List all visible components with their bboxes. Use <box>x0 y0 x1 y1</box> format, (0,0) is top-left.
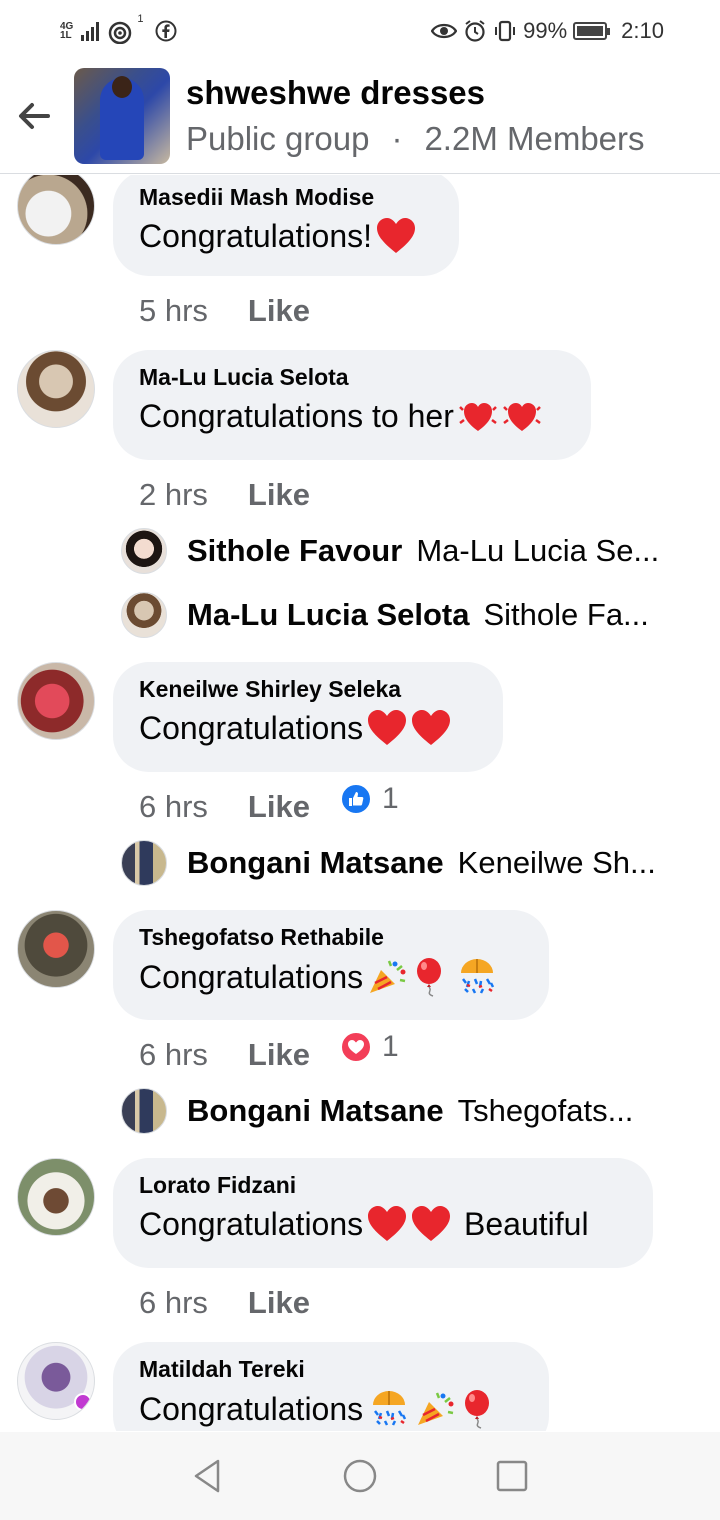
reply-author[interactable]: Bongani Matsane <box>187 845 444 881</box>
like-button[interactable]: Like <box>248 789 310 825</box>
comment-author[interactable]: Ma-Lu Lucia Selota <box>139 364 565 391</box>
comment-bubble[interactable]: Matildah Tereki Congratulations <box>113 1342 549 1431</box>
reply-author[interactable]: Ma-Lu Lucia Selota <box>187 597 469 633</box>
battery-percent: 99% <box>523 18 568 43</box>
member-count[interactable]: 2.2M Members <box>424 120 644 158</box>
avatar <box>121 840 167 886</box>
heart-emoji-icon <box>368 1206 407 1241</box>
comment-author[interactable]: Tshegofatso Rethabile <box>139 924 523 951</box>
heart-emoji-icon <box>412 710 451 745</box>
reply-author[interactable]: Sithole Favour <box>187 533 402 569</box>
hotspot-icon <box>109 21 132 44</box>
comment-text: Congratulations <box>139 709 477 747</box>
like-button[interactable]: Like <box>248 477 310 513</box>
separator-dot: · <box>391 120 403 157</box>
status-bar: 4G 1L 1 99% 2:10 <box>0 0 720 62</box>
confetti-ball-emoji-icon <box>461 959 495 994</box>
back-arrow-icon[interactable] <box>14 96 54 136</box>
battery-icon <box>573 22 611 40</box>
comment-text: Congratulations <box>139 957 523 997</box>
comment-time: 5 hrs <box>139 293 208 328</box>
balloon-emoji-icon <box>417 958 442 997</box>
heart-emoji-icon <box>377 218 416 253</box>
beating-heart-emoji-icon <box>502 403 541 431</box>
comment-text: Congratulations! <box>139 217 433 255</box>
comment-author[interactable]: Lorato Fidzani <box>139 1172 627 1199</box>
reply-author[interactable]: Bongani Matsane <box>187 1093 444 1129</box>
reply-text: Sithole Fa... <box>483 597 649 632</box>
comment-meta: 6 hrs Like 1 <box>139 1030 399 1073</box>
comment-bubble[interactable]: Keneilwe Shirley Seleka Congratulations <box>113 662 503 772</box>
avatar[interactable] <box>17 350 95 428</box>
group-title[interactable]: shweshwe dresses <box>186 74 485 112</box>
recents-icon[interactable] <box>492 1456 532 1496</box>
like-button[interactable]: Like <box>248 1037 310 1073</box>
avatar[interactable] <box>17 910 95 988</box>
party-popper-emoji-icon <box>370 960 406 993</box>
balloon-emoji-icon <box>465 1390 490 1429</box>
avatar[interactable] <box>17 1342 95 1420</box>
comment-author[interactable]: Masedii Mash Modise <box>139 184 433 211</box>
avatar <box>121 1088 167 1134</box>
like-reaction-icon <box>339 783 372 815</box>
comment-bubble[interactable]: Ma-Lu Lucia Selota Congratulations to he… <box>113 350 591 460</box>
comment-text: Congratulations Beautiful <box>139 1205 589 1242</box>
comment-time: 6 hrs <box>139 789 208 824</box>
comment-time: 2 hrs <box>139 477 208 512</box>
comment-bubble[interactable]: Lorato Fidzani Congratulations Beautiful <box>113 1158 653 1268</box>
confetti-ball-emoji-icon <box>373 1391 407 1426</box>
comment-bubble[interactable]: Masedii Mash Modise Congratulations! <box>113 175 459 276</box>
reaction-summary[interactable]: 1 <box>339 782 399 816</box>
reply-preview[interactable]: Ma-Lu Lucia Selota Sithole Fa... <box>121 590 681 640</box>
heart-emoji-icon <box>368 710 407 745</box>
home-icon[interactable] <box>340 1456 380 1496</box>
comment-time: 6 hrs <box>139 1285 208 1320</box>
network-type-label: 4G 1L <box>60 21 74 41</box>
reply-text: Ma-Lu Lucia Se... <box>416 533 660 568</box>
reaction-summary[interactable]: 1 <box>339 1030 399 1064</box>
signal-strength-icon <box>81 21 100 41</box>
comment-meta: 6 hrs Like <box>139 1285 310 1321</box>
party-popper-emoji-icon <box>418 1392 454 1425</box>
reaction-count: 1 <box>381 782 399 815</box>
eye-comfort-icon <box>431 23 458 39</box>
group-header: shweshwe dresses Public group · 2.2M Mem… <box>0 62 720 174</box>
alarm-icon <box>465 20 485 42</box>
like-button[interactable]: Like <box>248 293 310 329</box>
comment-text: Congratulations <box>139 1389 523 1429</box>
avatar <box>121 528 167 574</box>
comment-meta: 2 hrs Like <box>139 477 310 513</box>
comment-author[interactable]: Matildah Tereki <box>139 1356 523 1383</box>
avatar <box>121 592 167 638</box>
heart-emoji-icon <box>412 1206 451 1241</box>
avatar[interactable] <box>17 1158 95 1236</box>
avatar[interactable] <box>17 175 95 245</box>
comment-meta: 6 hrs Like 1 <box>139 782 399 825</box>
comments-list[interactable]: Masedii Mash Modise Congratulations! 5 h… <box>0 175 720 1431</box>
comment-author[interactable]: Keneilwe Shirley Seleka <box>139 676 477 703</box>
comment-time: 6 hrs <box>139 1037 208 1072</box>
comment-meta: 5 hrs Like <box>139 293 310 329</box>
group-cover-photo[interactable] <box>74 68 170 164</box>
back-icon[interactable] <box>188 1456 228 1496</box>
beating-heart-emoji-icon <box>458 403 497 431</box>
reply-text: Tshegofats... <box>457 1093 634 1128</box>
reply-preview[interactable]: Sithole Favour Ma-Lu Lucia Se... <box>121 526 681 576</box>
comment-bubble[interactable]: Tshegofatso Rethabile Congratulations <box>113 910 549 1020</box>
reply-preview[interactable]: Bongani Matsane Tshegofats... <box>121 1086 681 1136</box>
notification-count: 1 <box>137 13 144 25</box>
love-reaction-icon <box>339 1031 372 1063</box>
like-button[interactable]: Like <box>248 1285 310 1321</box>
facebook-notification-icon <box>155 20 177 42</box>
reply-text: Keneilwe Sh... <box>457 845 656 880</box>
avatar[interactable] <box>17 662 95 740</box>
group-info: Public group · 2.2M Members <box>186 120 645 158</box>
vibrate-icon <box>495 20 516 42</box>
reaction-count: 1 <box>381 1030 399 1063</box>
clock: 2:10 <box>621 18 664 43</box>
comment-text: Congratulations to her <box>139 397 565 435</box>
reply-preview[interactable]: Bongani Matsane Keneilwe Sh... <box>121 838 681 888</box>
group-privacy: Public group <box>186 120 370 157</box>
system-navigation-bar <box>0 1432 720 1520</box>
